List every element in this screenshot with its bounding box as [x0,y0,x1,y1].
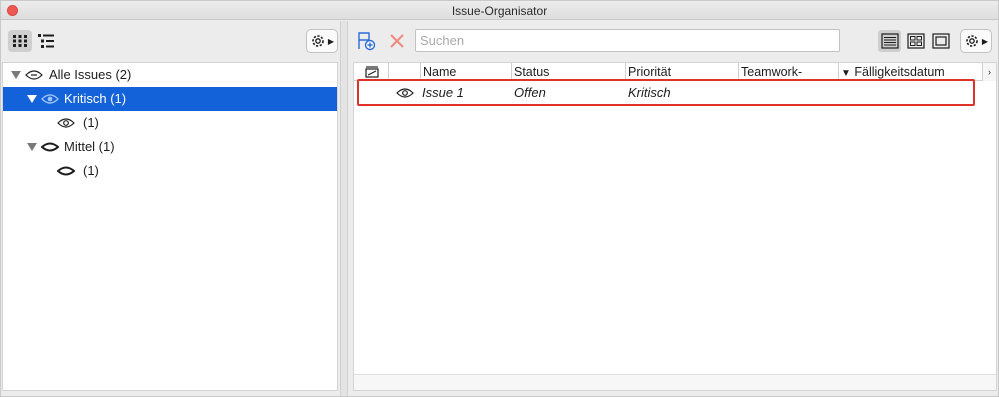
chevron-right-icon: ▶ [327,36,335,46]
column-header-visibility[interactable] [388,63,420,81]
tree-item-label: (1) [83,163,99,178]
left-toolbar: ▶ [1,21,346,61]
issue-organizer-window: Issue-Organisator ▶ Alle Issues (2) Krit… [0,0,999,397]
column-header-status[interactable]: Status [511,63,625,81]
grid-view-button[interactable] [904,30,927,52]
new-issue-icon [358,32,376,51]
grid-view-icon [906,33,925,49]
table-settings-button[interactable]: ▶ [960,29,992,53]
table-header: Name Status Priorität Teamwork- ▼ Fällig… [354,63,996,81]
issue-tree: Alle Issues (2) Kritisch (1) (1) Mittel … [2,62,338,391]
pane-splitter[interactable] [340,21,348,396]
tree-list-view-button[interactable] [34,30,58,52]
search-field[interactable] [415,29,840,52]
search-input[interactable] [416,30,839,51]
column-header-name[interactable]: Name [420,63,511,81]
eye-closed-icon [57,166,75,176]
tree-item-label: Mittel (1) [64,139,115,154]
chevron-right-icon: ▶ [981,36,989,46]
single-view-button[interactable] [929,30,952,52]
sidecar-icon [365,66,379,78]
grid-dots-view-button[interactable] [8,30,32,52]
cell-priority: Kritisch [628,85,671,100]
delete-issue-button[interactable] [386,30,408,52]
tree-item-alle-issues[interactable]: Alle Issues (2) [3,63,337,87]
eye-closed-icon [41,142,59,152]
right-toolbar: ▶ [349,21,998,61]
sort-descending-icon: ▼ [841,68,851,79]
tree-item-mittel-child[interactable]: (1) [3,159,337,183]
delete-x-icon [390,34,404,48]
gear-icon [966,35,978,47]
eye-outline-icon [25,70,43,80]
tree-item-label: (1) [83,115,99,130]
window-title: Issue-Organisator [451,4,548,18]
tree-item-label: Alle Issues (2) [49,67,132,82]
list-view-icon [880,33,899,49]
gear-icon [312,35,324,47]
eye-outline-icon[interactable] [396,87,414,99]
new-issue-button[interactable] [355,30,377,52]
disclosure-down-icon[interactable] [11,70,21,80]
horizontal-scrollbar[interactable] [354,374,996,390]
grid-dots-icon [13,35,27,47]
column-header-due-date[interactable]: ▼ Fälligkeitsdatum [838,63,982,81]
eye-blue-icon [41,94,59,104]
column-header-sidecar[interactable] [354,63,388,81]
disclosure-down-icon[interactable] [27,142,37,152]
column-header-priority[interactable]: Priorität [625,63,738,81]
cell-status: Offen [514,85,546,100]
issue-table: Name Status Priorität Teamwork- ▼ Fällig… [353,62,997,391]
cell-name: Issue 1 [422,85,464,100]
tree-item-kritisch-child[interactable]: (1) [3,111,337,135]
column-label: Fälligkeitsdatum [854,65,945,79]
tree-settings-button[interactable]: ▶ [306,29,338,53]
tree-item-kritisch[interactable]: Kritisch (1) [3,87,337,111]
eye-outline-icon [57,118,75,128]
column-header-teamwork[interactable]: Teamwork- [738,63,838,81]
title-bar: Issue-Organisator [1,1,998,20]
scroll-columns-right-button[interactable]: › [982,63,996,81]
disclosure-down-icon[interactable] [27,94,37,104]
chevron-right-icon: › [988,67,991,77]
list-view-button[interactable] [878,30,901,52]
tree-item-mittel[interactable]: Mittel (1) [3,135,337,159]
single-view-icon [931,33,950,49]
tree-list-icon [38,34,54,48]
table-row[interactable]: Issue 1 Offen Kritisch [358,81,978,105]
tree-item-label: Kritisch (1) [64,91,127,106]
